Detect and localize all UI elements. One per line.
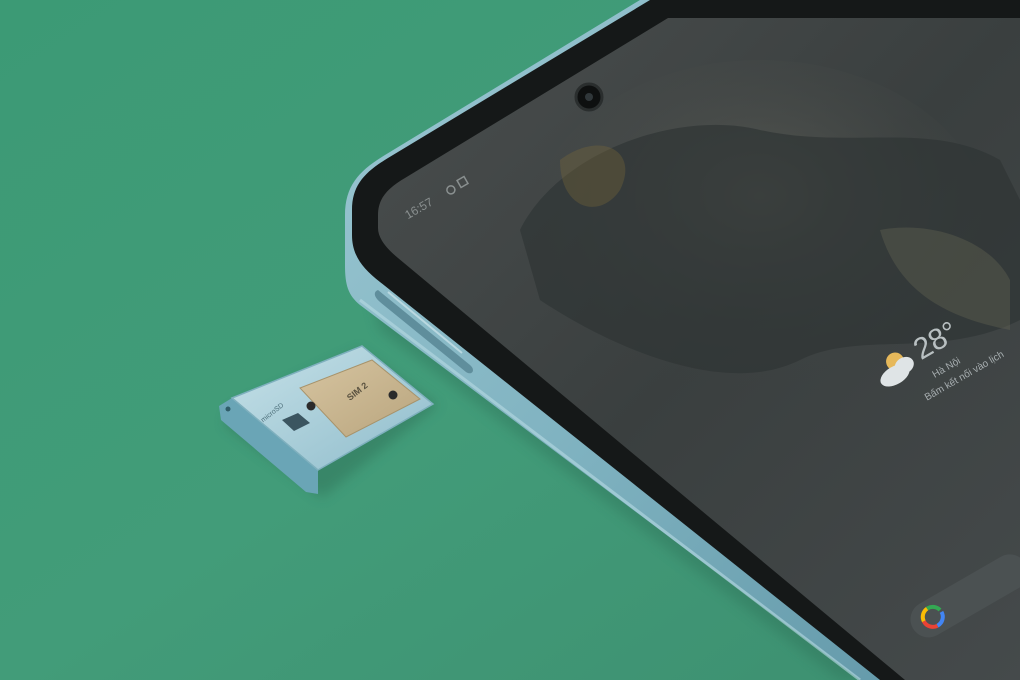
photo-canvas: 16:57 28° Hà Nội Bấm kết nối vào lịch SI… — [0, 0, 1020, 680]
sim-tray-pin-hole — [225, 406, 231, 412]
tray-hole-1 — [306, 401, 316, 411]
front-camera-lens — [585, 93, 593, 101]
product-photo: 16:57 28° Hà Nội Bấm kết nối vào lịch SI… — [0, 0, 1020, 680]
tray-hole-2 — [388, 390, 398, 400]
